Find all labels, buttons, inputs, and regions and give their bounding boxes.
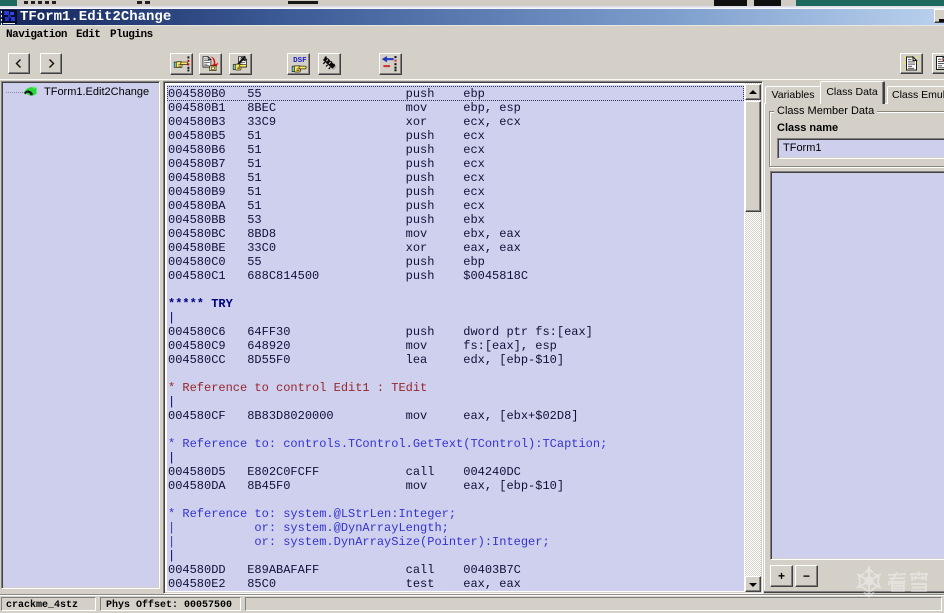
svg-text:DSF: DSF [293,57,307,65]
